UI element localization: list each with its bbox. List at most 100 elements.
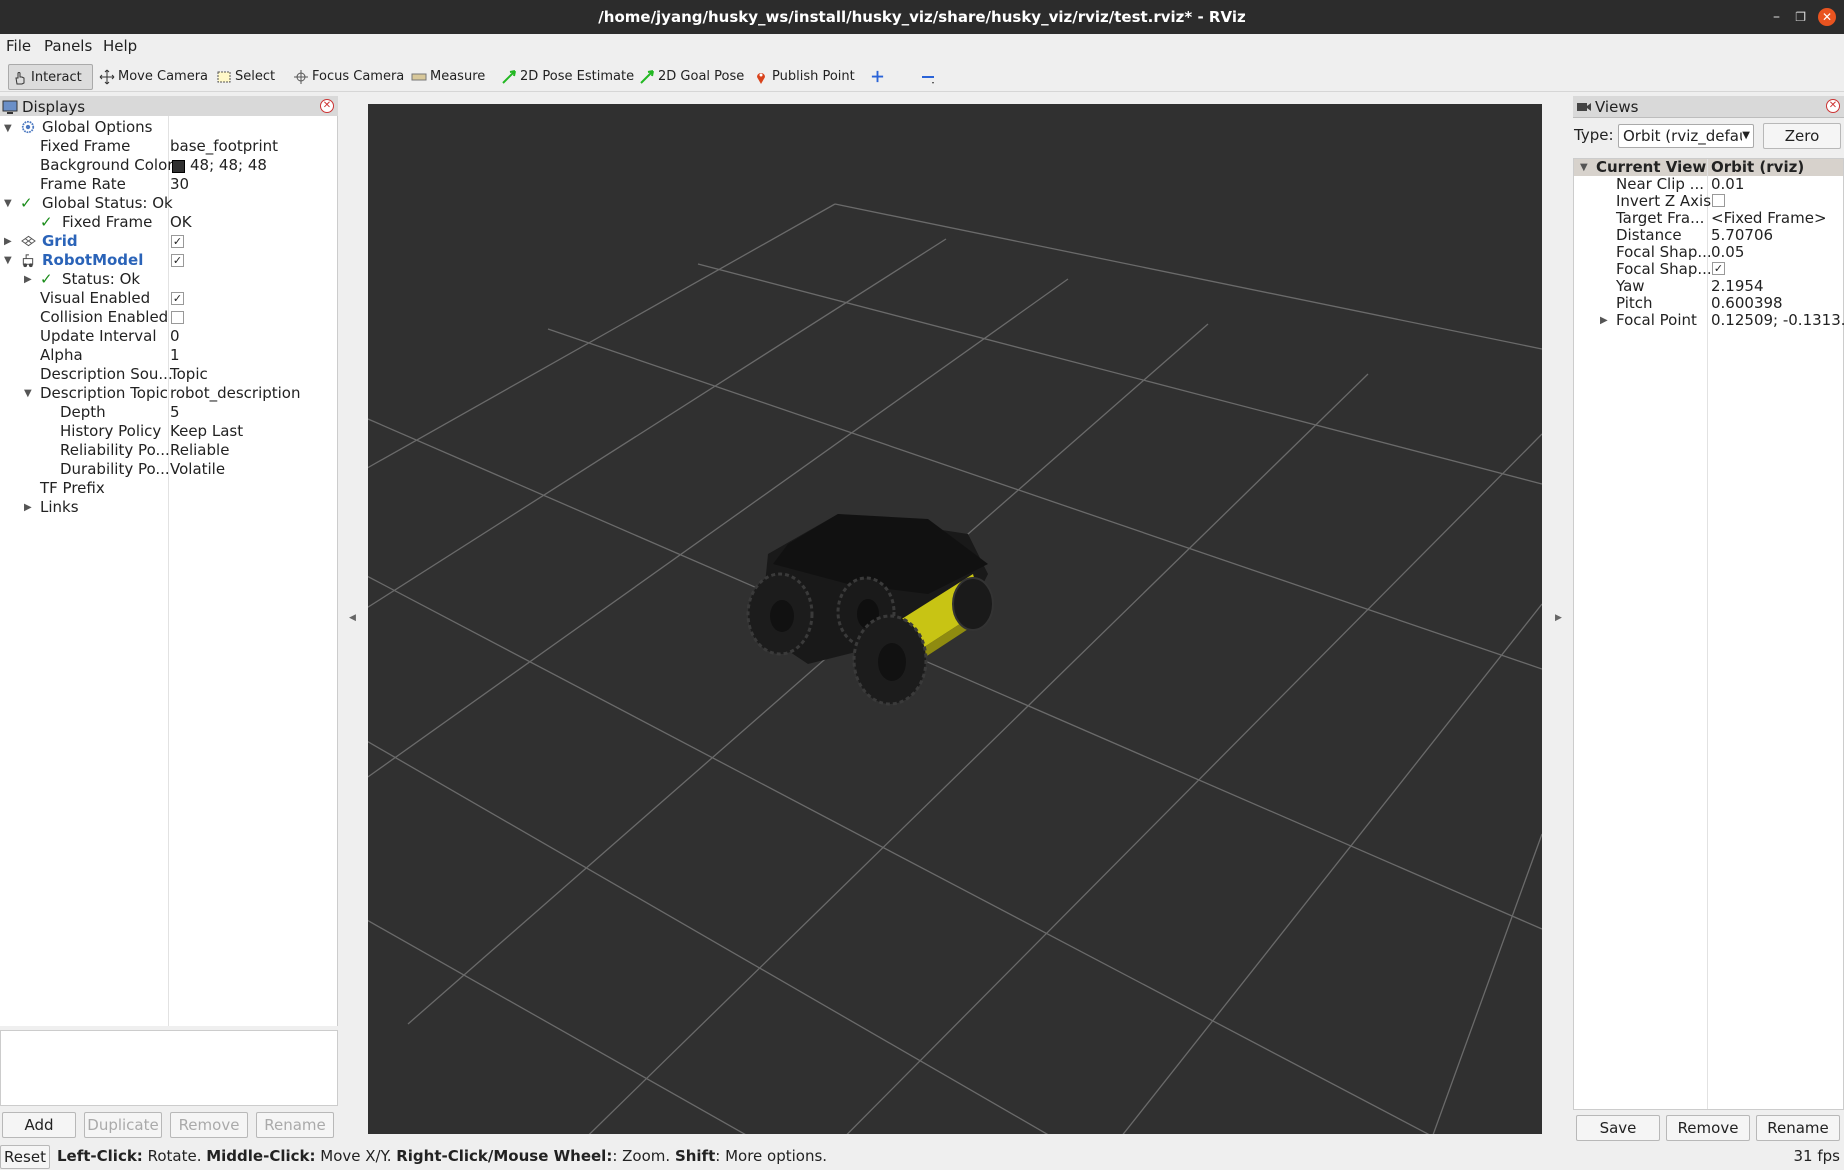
collision-enabled-checkbox[interactable]: [171, 311, 184, 324]
expand-arrow-icon[interactable]: ▼: [1580, 158, 1588, 177]
view-type-select[interactable]: Orbit (rviz_defau ▼: [1618, 124, 1754, 148]
robot-status-row[interactable]: Status: Ok: [62, 270, 140, 289]
save-view-button[interactable]: Save: [1576, 1115, 1660, 1141]
add-display-button[interactable]: Add: [2, 1112, 76, 1138]
move-camera-tool-button[interactable]: Move Camera: [96, 64, 208, 90]
green-arrow-icon: [640, 70, 654, 84]
publish-point-tool-button[interactable]: Publish Point: [750, 64, 855, 90]
focal-point-value[interactable]: 0.12509; -0.1313...: [1711, 311, 1844, 330]
view-type-label: Type:: [1574, 126, 1614, 144]
focal-shape-fixed-checkbox[interactable]: ✓: [1712, 262, 1725, 275]
rename-view-button[interactable]: Rename: [1756, 1115, 1840, 1141]
2d-pose-estimate-tool-button[interactable]: 2D Pose Estimate: [498, 64, 634, 90]
global-options-row[interactable]: Global Options: [42, 118, 153, 137]
close-panel-icon[interactable]: ✕: [1826, 99, 1840, 113]
chevron-down-icon: ▼: [1742, 125, 1750, 147]
remove-display-button[interactable]: Remove: [170, 1112, 248, 1138]
close-panel-icon[interactable]: ✕: [320, 99, 334, 113]
left-click-desc: Rotate.: [142, 1147, 207, 1165]
rename-display-button[interactable]: Rename: [256, 1112, 334, 1138]
menu-file[interactable]: File: [6, 37, 31, 55]
minimize-icon[interactable]: –: [1773, 0, 1780, 34]
select-rect-icon: [217, 71, 231, 83]
depth-label: Depth: [60, 403, 106, 421]
move-arrows-icon: [99, 69, 115, 85]
maximize-icon[interactable]: ❐: [1795, 0, 1806, 34]
right-dock-handle-icon[interactable]: ▶: [1555, 613, 1562, 623]
remove-view-button[interactable]: Remove: [1666, 1115, 1750, 1141]
duplicate-display-button[interactable]: Duplicate: [84, 1112, 162, 1138]
history-policy-value[interactable]: Keep Last: [170, 422, 243, 441]
update-interval-value[interactable]: 0: [170, 327, 180, 346]
depth-value[interactable]: 5: [170, 403, 180, 422]
collapse-arrow-icon[interactable]: ▶: [24, 270, 32, 289]
ruler-icon: [411, 73, 427, 81]
measure-tool-button[interactable]: Measure: [408, 64, 485, 90]
measure-tool-label: Measure: [430, 69, 486, 84]
3d-render-viewport[interactable]: [368, 104, 1542, 1134]
description-topic-label: Description Topic: [40, 384, 168, 402]
menu-panels[interactable]: Panels: [44, 37, 92, 55]
crosshair-icon: [294, 70, 308, 84]
left-click-key: Left-Click:: [57, 1147, 143, 1165]
expand-arrow-icon[interactable]: ▼: [4, 251, 12, 270]
expand-arrow-icon[interactable]: ▼: [4, 119, 12, 138]
focus-camera-tool-button[interactable]: Focus Camera: [290, 64, 404, 90]
views-tree: ▼ Current View Orbit (rviz) Near Clip ..…: [1573, 158, 1844, 1110]
views-panel-title: Views: [1595, 98, 1639, 116]
alpha-label: Alpha: [40, 346, 83, 364]
2d-goal-pose-tool-label: 2D Goal Pose: [658, 69, 745, 84]
collapse-arrow-icon[interactable]: ▶: [24, 498, 32, 517]
reset-button[interactable]: Reset: [0, 1145, 50, 1169]
hand-pointer-icon: [15, 72, 25, 85]
alpha-value[interactable]: 1: [170, 346, 180, 365]
middle-click-desc: Move X/Y.: [315, 1147, 397, 1165]
status-help-text: Left-Click: Rotate. Middle-Click: Move X…: [57, 1147, 827, 1165]
global-status-row[interactable]: Global Status: Ok: [42, 194, 173, 213]
status-fixed-frame-label: Fixed Frame: [62, 213, 153, 231]
tool-bar: Interact Move Camera Select Focus Camera…: [0, 62, 1844, 92]
links-row[interactable]: Links: [40, 498, 79, 517]
add-tool-button[interactable]: [867, 64, 887, 90]
durability-policy-value[interactable]: Volatile: [170, 460, 225, 479]
views-panel-header: Views ✕: [1573, 96, 1844, 118]
expand-arrow-icon[interactable]: ▼: [4, 194, 12, 213]
close-icon[interactable]: ✕: [1818, 8, 1836, 26]
select-tool-button[interactable]: Select: [213, 64, 275, 90]
window-title: /home/jyang/husky_ws/install/husky_viz/s…: [598, 8, 1246, 26]
color-swatch[interactable]: [172, 160, 185, 173]
zero-view-button[interactable]: Zero: [1763, 123, 1841, 149]
remove-tool-button[interactable]: [917, 64, 939, 90]
grid-lines: [368, 203, 1542, 1134]
robot-model-enabled-checkbox[interactable]: ✓: [171, 254, 184, 267]
plus-icon: [871, 70, 884, 83]
left-dock-handle-icon[interactable]: ◀: [349, 613, 356, 623]
green-arrow-icon: [502, 70, 516, 84]
grid-display-row[interactable]: Grid: [42, 232, 78, 251]
collapse-arrow-icon[interactable]: ▶: [4, 232, 12, 251]
update-interval-label: Update Interval: [40, 327, 157, 345]
invert-z-axis-checkbox[interactable]: [1712, 194, 1725, 207]
visual-enabled-checkbox[interactable]: ✓: [171, 292, 184, 305]
check-icon: ✓: [40, 213, 53, 231]
near-clip-value[interactable]: 0.01: [1711, 175, 1744, 194]
grid-enabled-checkbox[interactable]: ✓: [171, 235, 184, 248]
frame-rate-value[interactable]: 30: [170, 175, 189, 194]
robot-icon: [22, 254, 34, 268]
fixed-frame-value[interactable]: base_footprint: [170, 137, 278, 156]
reliability-policy-value[interactable]: Reliable: [170, 441, 229, 460]
expand-arrow-icon[interactable]: ▼: [24, 384, 32, 403]
collapse-arrow-icon[interactable]: ▶: [1600, 311, 1608, 330]
description-source-value[interactable]: Topic: [170, 365, 208, 384]
visual-enabled-label: Visual Enabled: [40, 289, 151, 307]
interact-tool-button[interactable]: Interact: [8, 64, 93, 90]
collision-enabled-label: Collision Enabled: [40, 308, 169, 326]
background-color-value[interactable]: 48; 48; 48: [190, 156, 267, 175]
history-policy-label: History Policy: [60, 422, 162, 440]
robot-model-display-row[interactable]: RobotModel: [42, 251, 143, 270]
focal-shape-size-value[interactable]: 0.05: [1711, 243, 1744, 262]
description-topic-value[interactable]: robot_description: [170, 384, 301, 403]
status-fixed-frame-value: OK: [170, 213, 192, 231]
menu-help[interactable]: Help: [103, 37, 137, 55]
2d-goal-pose-tool-button[interactable]: 2D Goal Pose: [636, 64, 744, 90]
